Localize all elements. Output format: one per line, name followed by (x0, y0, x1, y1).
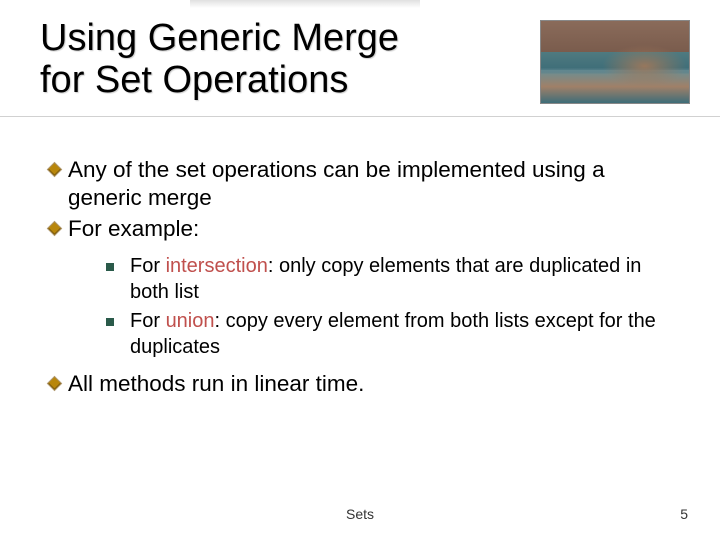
slide: Using Generic Merge for Set Operations A… (0, 0, 720, 540)
bullet-text: All methods run in linear time. (68, 370, 364, 399)
footer-label: Sets (0, 506, 720, 522)
square-bullet-icon (106, 318, 114, 326)
square-bullet-icon (106, 263, 114, 271)
bullet-item: For example: (48, 215, 680, 244)
content-area: Any of the set operations can be impleme… (40, 156, 680, 400)
page-number: 5 (680, 506, 688, 522)
bullet-item: All methods run in linear time. (48, 370, 680, 399)
sub-bullet-item: For intersection: only copy elements tha… (106, 254, 680, 305)
bullet-text: Any of the set operations can be impleme… (68, 156, 680, 214)
sub-bullet-text: For intersection: only copy elements tha… (130, 254, 680, 305)
sub-prefix: For (130, 310, 166, 332)
bullet-text: For example: (68, 215, 199, 244)
title-underline (0, 116, 720, 117)
decorative-shadow (190, 0, 420, 8)
title-line-1: Using Generic Merge (40, 17, 399, 59)
bullet-item: Any of the set operations can be impleme… (48, 156, 680, 214)
accent-word: intersection (166, 255, 268, 277)
diamond-bullet-icon (48, 222, 62, 236)
diamond-bullet-icon (48, 377, 62, 391)
accent-word: union (166, 310, 215, 332)
title-line-2: for Set Operations (40, 59, 348, 101)
canyon-illustration (540, 20, 690, 104)
diamond-bullet-icon (48, 163, 62, 177)
sub-bullet-list: For intersection: only copy elements tha… (48, 254, 680, 360)
sub-bullet-item: For union: copy every element from both … (106, 309, 680, 360)
sub-prefix: For (130, 255, 166, 277)
sub-bullet-text: For union: copy every element from both … (130, 309, 680, 360)
